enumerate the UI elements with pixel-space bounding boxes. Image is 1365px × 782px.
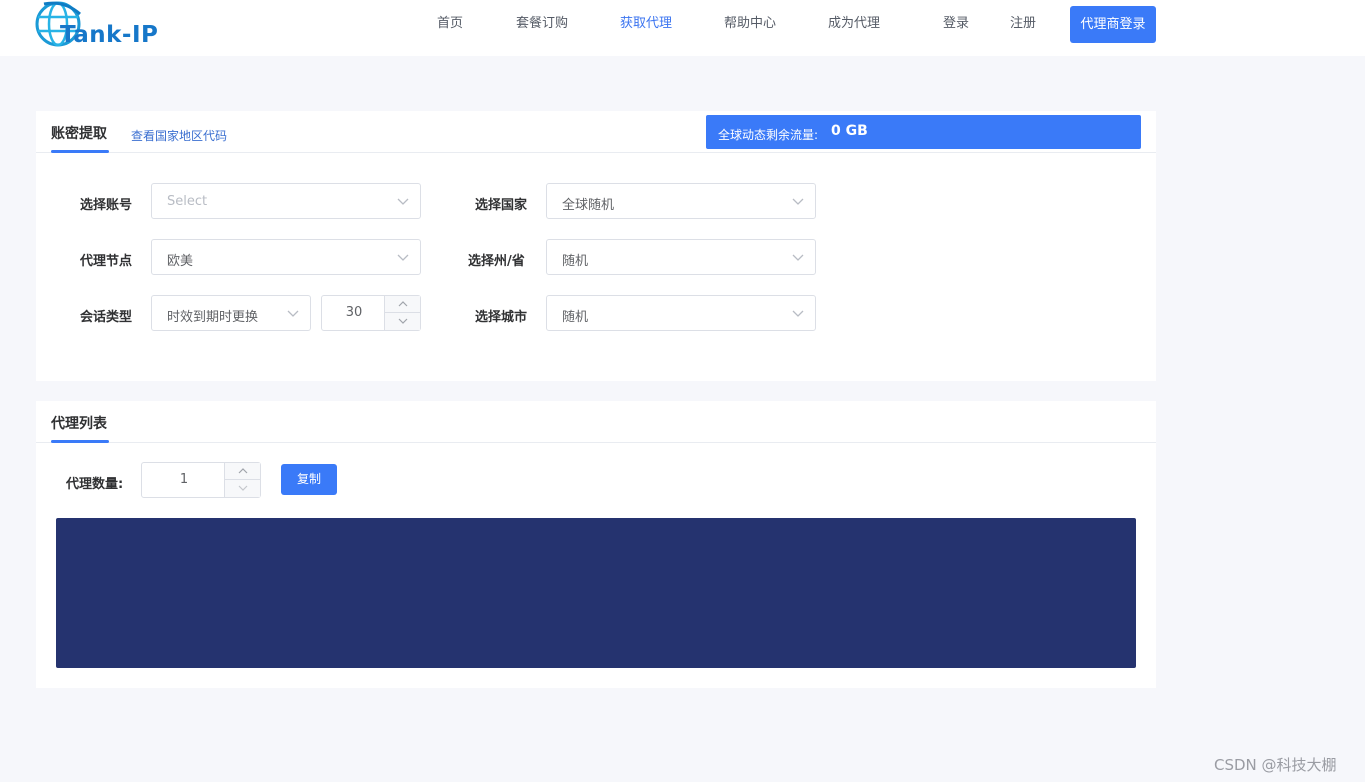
nav-get-proxy[interactable]: 获取代理 xyxy=(620,16,672,32)
traffic-label: 全球动态剩余流量: xyxy=(718,128,819,142)
top-navbar: Tank-IP 首页 套餐订购 获取代理 帮助中心 成为代理 登录 注册 代理商… xyxy=(0,0,1365,56)
city-select[interactable]: 随机 xyxy=(546,295,816,331)
country-label: 选择国家 xyxy=(475,198,528,213)
logo-text: Tank-IP xyxy=(60,22,159,48)
stepper-increment[interactable] xyxy=(385,296,421,313)
stepper-arrows xyxy=(384,296,421,330)
state-select-value: 随机 xyxy=(562,254,589,269)
country-code-link[interactable]: 查看国家地区代码 xyxy=(131,127,227,144)
session-minutes-stepper[interactable]: 30 xyxy=(321,295,421,331)
session-type-value: 时效到期时更换 xyxy=(167,310,259,325)
proxy-list-header: 代理列表 xyxy=(36,401,1156,443)
chevron-down-icon xyxy=(792,310,804,317)
nav-home[interactable]: 首页 xyxy=(437,16,463,32)
chevron-down-icon xyxy=(397,198,409,205)
city-select-value: 随机 xyxy=(562,310,589,325)
nav-help-center[interactable]: 帮助中心 xyxy=(724,16,776,32)
stepper-arrows xyxy=(224,463,261,497)
account-select-placeholder: Select xyxy=(167,194,208,209)
proxy-output-textarea[interactable] xyxy=(56,518,1136,668)
nav-become-agent[interactable]: 成为代理 xyxy=(828,16,880,32)
stepper-decrement[interactable] xyxy=(385,313,421,330)
node-select-value: 欧美 xyxy=(167,254,194,269)
proxy-count-label: 代理数量: xyxy=(66,477,124,492)
agent-login-button[interactable]: 代理商登录 xyxy=(1070,6,1156,43)
state-label: 选择州/省 xyxy=(468,254,525,269)
account-label: 选择账号 xyxy=(80,198,133,213)
session-minutes-value[interactable]: 30 xyxy=(322,305,386,320)
country-select[interactable]: 全球随机 xyxy=(546,183,816,219)
copy-button[interactable]: 复制 xyxy=(281,464,337,495)
chevron-down-icon xyxy=(238,485,248,491)
node-label: 代理节点 xyxy=(80,254,133,269)
chevron-down-icon xyxy=(397,254,409,261)
chevron-up-icon xyxy=(238,468,248,474)
extract-card: 账密提取 查看国家地区代码 全球动态剩余流量: 0 GB 选择账号 Select… xyxy=(36,111,1156,381)
node-select[interactable]: 欧美 xyxy=(151,239,421,275)
chevron-down-icon xyxy=(792,198,804,205)
stepper-decrement[interactable] xyxy=(225,480,261,497)
city-label: 选择城市 xyxy=(475,310,528,325)
chevron-up-icon xyxy=(398,301,408,307)
tab-proxy-list[interactable]: 代理列表 xyxy=(51,413,107,433)
account-select[interactable]: Select xyxy=(151,183,421,219)
watermark: CSDN @科技大棚 xyxy=(1214,756,1337,774)
chevron-down-icon xyxy=(398,318,408,324)
extract-card-header: 账密提取 查看国家地区代码 全球动态剩余流量: 0 GB xyxy=(36,111,1156,153)
tab-active-indicator xyxy=(51,150,109,153)
proxy-count-value[interactable]: 1 xyxy=(142,472,226,487)
stepper-increment[interactable] xyxy=(225,463,261,480)
chevron-down-icon xyxy=(287,310,299,317)
tab-active-indicator xyxy=(51,440,109,443)
tab-account-extract[interactable]: 账密提取 xyxy=(51,123,107,143)
proxy-list-card: 代理列表 代理数量: 1 复制 xyxy=(36,401,1156,688)
proxy-count-stepper[interactable]: 1 xyxy=(141,462,261,498)
nav-register[interactable]: 注册 xyxy=(1010,16,1036,32)
session-type-select[interactable]: 时效到期时更换 xyxy=(151,295,311,331)
traffic-value: 0 GB xyxy=(831,123,868,139)
country-select-value: 全球随机 xyxy=(562,198,615,213)
nav-login[interactable]: 登录 xyxy=(943,16,969,32)
nav-plans[interactable]: 套餐订购 xyxy=(516,16,568,32)
chevron-down-icon xyxy=(792,254,804,261)
session-label: 会话类型 xyxy=(80,310,133,325)
state-select[interactable]: 随机 xyxy=(546,239,816,275)
logo[interactable]: Tank-IP xyxy=(34,0,169,54)
traffic-banner: 全球动态剩余流量: 0 GB xyxy=(706,115,1141,149)
